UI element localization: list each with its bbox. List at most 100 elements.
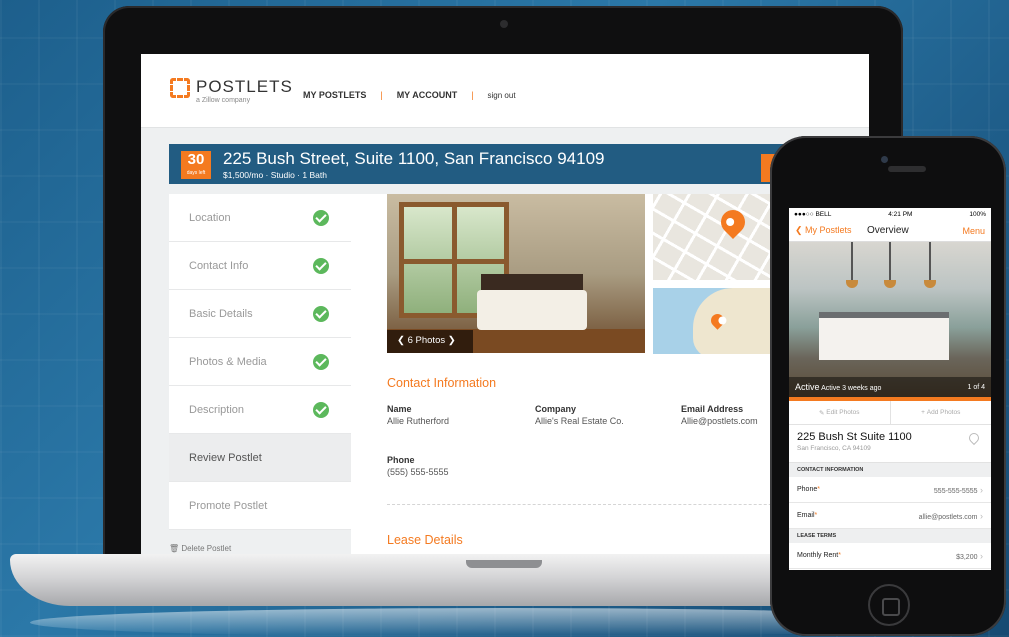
chevron-left-icon[interactable]: ❮ [397,335,405,346]
phone-address: 225 Bush St Suite 1100 [797,431,912,443]
phone-row-value: 555-555-5555 [934,485,983,495]
phone-nav-bar: ❮ My Postlets Overview Menu [789,220,991,242]
email-row[interactable]: Email* allie@postlets.com [789,503,991,529]
pendant-lamp [846,242,858,288]
days-left-count: 30 [187,151,205,168]
photo-gallery-control[interactable]: ❮ 6 Photos ❯ [387,330,473,353]
step-label: Photos & Media [189,355,267,368]
email-label: Email Address [681,404,744,414]
phone-label: Phone [387,455,415,465]
delete-postlet-label: Delete Postlet [181,544,232,553]
phone-address-block: 225 Bush St Suite 1100 San Francisco, CA… [789,425,991,463]
phone-page-title: Overview [867,225,909,236]
map-pin-icon [716,205,750,239]
photo-counter: 1 of 4 [967,383,985,391]
phone-camera [881,156,888,163]
logo-mark-icon [170,78,190,98]
name-label: Name [387,404,412,414]
photo-status-bar: Active Active 3 weeks ago 1 of 4 [789,377,991,397]
phone-city: San Francisco, CA 94109 [797,445,871,452]
clock: 4:21 PM [888,210,913,218]
nav-my-postlets[interactable]: MY POSTLETS [303,90,366,100]
pendant-lamp [924,242,936,288]
edit-icon: ✎ [818,409,825,417]
listing-address: 225 Bush Street, Suite 1100, San Francis… [223,149,605,168]
plus-icon: + [921,409,925,416]
check-icon [313,401,329,418]
nav-separator: | [380,90,383,100]
contact-section-title: Contact Information [387,376,497,390]
listing-photo[interactable]: ❮ 6 Photos ❯ [387,194,645,353]
listing-status: Active [795,382,820,392]
main-nav: MY POSTLETS | MY ACCOUNT | sign out [303,90,516,100]
carrier-label: ●●●○○ BELL [794,210,832,218]
edit-photos-button[interactable]: ✎ Edit Photos [789,401,890,424]
step-contact-info[interactable]: Contact Info [169,242,351,290]
kitchen-island [819,312,949,360]
email-value: Allie@postlets.com [681,416,758,426]
step-list: Location Contact Info Basic Details Phot… [169,194,351,530]
company-value: Allie's Real Estate Co. [535,416,624,426]
trash-icon: 🗑 [169,544,180,553]
step-location[interactable]: Location [169,194,351,242]
phone-value: (555) 555-5555 [387,467,449,477]
home-button[interactable] [868,584,910,626]
nav-separator: | [471,90,474,100]
company-label: Company [535,404,577,414]
check-icon [313,257,329,274]
phone-speaker [888,166,926,172]
phone-listing-photo[interactable]: Active Active 3 weeks ago 1 of 4 [789,242,991,397]
monthly-rent-row[interactable]: Monthly Rent* $3,200 [789,543,991,569]
name-value: Allie Rutherford [387,416,450,426]
step-description[interactable]: Description [169,386,351,434]
listing-summary: $1,500/mo · Studio · 1 Bath [223,170,327,180]
check-icon [313,209,329,226]
delete-postlet-link[interactable]: 🗑 Delete Postlet [169,544,231,553]
days-left-label: days left [186,170,206,176]
add-photos-button[interactable]: + Add Photos [889,401,992,424]
rent-row-value: $3,200 [956,551,983,561]
section-divider [387,504,827,505]
contact-section-header: CONTACT INFORMATION [789,463,991,477]
menu-button[interactable]: Menu [962,226,985,236]
lease-section-title: Lease Details [387,533,463,547]
map-pin-icon [708,311,727,330]
phone-row[interactable]: Phone* 555-555-5555 [789,477,991,503]
laptop-screen: POSTLETS a Zillow company MY POSTLETS | … [141,54,869,554]
laptop-hinge-notch [466,560,542,568]
check-icon [313,305,329,322]
lease-section-header: LEASE TERMS [789,529,991,543]
postlets-logo[interactable]: POSTLETS a Zillow company [170,78,293,104]
listing-banner: 30 days left 225 Bush Street, Suite 1100… [169,144,869,184]
step-label: Review Postlet [189,451,262,464]
pendant-lamp [884,242,896,288]
phone-screen: ●●●○○ BELL 4:21 PM 100% ❮ My Postlets Ov… [789,208,991,570]
step-label: Contact Info [189,259,249,272]
logo-tagline: a Zillow company [196,97,251,104]
step-photos-media[interactable]: Photos & Media [169,338,351,386]
battery-label: 100% [969,210,986,218]
photo-actions: ✎ Edit Photos + Add Photos [789,401,991,425]
sign-out-link[interactable]: sign out [488,91,516,100]
chevron-right-icon[interactable]: ❯ [448,335,456,346]
top-bar: POSTLETS a Zillow company MY POSTLETS | … [141,54,869,128]
check-icon [313,353,329,370]
step-basic-details[interactable]: Basic Details [169,290,351,338]
step-label: Location [189,211,231,224]
step-promote-postlet[interactable]: Promote Postlet [169,482,351,530]
email-row-value: allie@postlets.com [919,511,983,521]
phone-device: ●●●○○ BELL 4:21 PM 100% ❮ My Postlets Ov… [770,136,1006,636]
laptop-camera [500,20,508,28]
nav-my-account[interactable]: MY ACCOUNT [397,90,458,100]
days-left-badge: 30 days left [181,151,211,179]
photo-count: 6 Photos [407,335,446,346]
step-label: Basic Details [189,307,253,320]
bed-image [477,290,587,330]
step-label: Promote Postlet [189,499,268,512]
listing-status-sub: Active 3 weeks ago [821,385,882,392]
step-review-postlet[interactable]: Review Postlet [169,434,351,482]
logo-text: POSTLETS [196,77,293,96]
step-label: Description [189,403,245,416]
back-button[interactable]: ❮ My Postlets [795,225,852,236]
phone-status-bar: ●●●○○ BELL 4:21 PM 100% [789,208,991,220]
